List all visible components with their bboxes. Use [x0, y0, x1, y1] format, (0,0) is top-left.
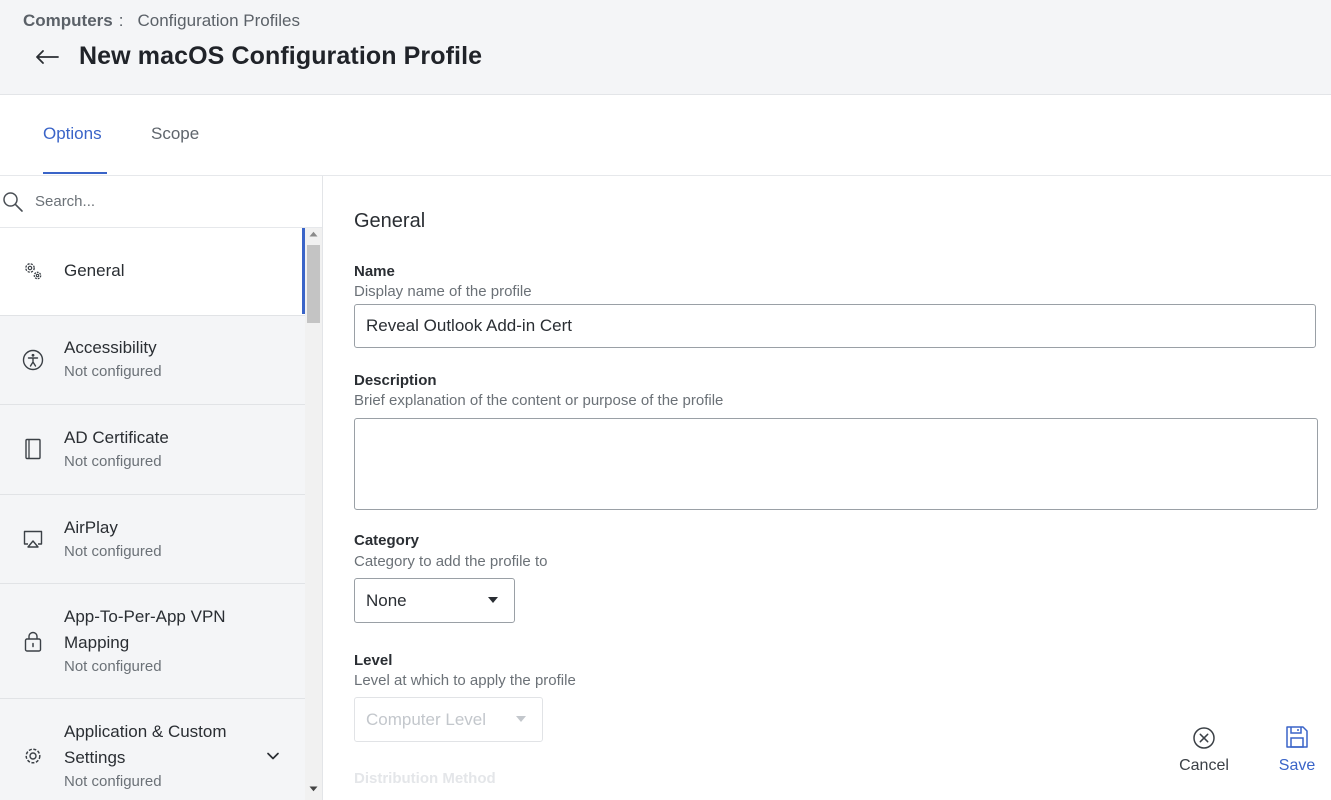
- level-selected-value: Computer Level: [366, 710, 487, 729]
- section-title: General: [354, 210, 426, 232]
- sidebar-item-label: AirPlay: [64, 518, 118, 537]
- back-button[interactable]: [33, 43, 61, 71]
- sidebar-item-status: Not configured: [64, 453, 162, 470]
- sidebar-item-label: App-To-Per-App VPN: [64, 607, 226, 626]
- airplay-icon: [22, 528, 44, 550]
- tab-options[interactable]: Options: [43, 124, 102, 144]
- cancel-button[interactable]: Cancel: [1176, 726, 1232, 775]
- tab-scope[interactable]: Scope: [151, 124, 199, 144]
- level-label: Level: [354, 652, 393, 669]
- accessibility-icon: [22, 349, 44, 371]
- active-tab-indicator: [43, 172, 107, 174]
- scroll-up-arrow-icon[interactable]: [309, 231, 318, 237]
- sidebar-scrollbar[interactable]: [305, 228, 322, 800]
- sidebar-item-ad-certificate[interactable]: AD Certificate Not configured: [0, 405, 305, 495]
- category-label: Category: [354, 532, 420, 549]
- tab-bar: Options Scope: [0, 95, 1331, 176]
- page-title: New macOS Configuration Profile: [79, 42, 483, 70]
- category-select[interactable]: None: [354, 578, 515, 623]
- name-label: Name: [354, 263, 395, 280]
- save-label: Save: [1278, 757, 1316, 774]
- level-help: Level at which to apply the profile: [354, 672, 576, 689]
- chevron-down-icon[interactable]: [266, 751, 280, 761]
- caret-down-icon: [516, 716, 526, 722]
- sidebar-item-label: General: [64, 261, 125, 280]
- save-floppy-icon: [1286, 726, 1308, 748]
- payload-sidebar: General Accessibility Not configured: [0, 176, 323, 800]
- search-input[interactable]: [33, 188, 297, 214]
- arrow-left-icon: [36, 50, 59, 64]
- cancel-circle-icon: [1193, 727, 1215, 749]
- description-field[interactable]: [354, 418, 1318, 510]
- category-selected-value: None: [366, 591, 407, 610]
- sidebar-item-label: Accessibility: [64, 338, 157, 357]
- lock-icon: [22, 630, 44, 652]
- breadcrumb-root[interactable]: Computers: [23, 11, 113, 30]
- save-button[interactable]: Save: [1276, 724, 1318, 775]
- sidebar-item-status: Not configured: [64, 543, 162, 560]
- sidebar-item-label: AD Certificate: [64, 428, 169, 447]
- sidebar-item-accessibility[interactable]: Accessibility Not configured: [0, 316, 305, 405]
- name-help: Display name of the profile: [354, 283, 532, 300]
- sidebar-item-app-to-per-app-vpn[interactable]: App-To-Per-App VPN Mapping Not configure…: [0, 584, 305, 699]
- certificate-icon: [22, 438, 44, 460]
- page-header: Computers: Configuration Profiles New mac…: [0, 0, 1331, 95]
- sidebar-item-status: Not configured: [64, 363, 162, 380]
- scroll-down-arrow-icon[interactable]: [309, 786, 318, 792]
- category-help: Category to add the profile to: [354, 553, 548, 570]
- sidebar-item-status: Not configured: [64, 658, 162, 675]
- gear-icon: [22, 745, 44, 767]
- breadcrumb-current[interactable]: Configuration Profiles: [137, 11, 300, 30]
- sidebar-item-general[interactable]: General: [0, 228, 305, 316]
- breadcrumb-separator: :: [118, 11, 124, 30]
- cancel-label: Cancel: [1179, 757, 1229, 774]
- sidebar-item-label: Application & Custom: [64, 722, 227, 741]
- sidebar-item-label-line2: Mapping: [64, 633, 130, 652]
- sidebar-item-application-custom-settings[interactable]: Application & Custom Settings Not config…: [0, 699, 305, 800]
- payload-content: General Name Display name of the profile…: [323, 176, 1331, 800]
- sidebar-item-airplay[interactable]: AirPlay Not configured: [0, 495, 305, 584]
- caret-down-icon: [488, 597, 498, 603]
- breadcrumb: Computers: Configuration Profiles: [23, 11, 300, 31]
- description-label: Description: [354, 372, 437, 389]
- search-icon: [3, 192, 23, 212]
- name-field[interactable]: [354, 304, 1316, 348]
- sidebar-search: [0, 176, 322, 228]
- sidebar-item-label-line2: Settings: [64, 748, 126, 767]
- level-select: Computer Level: [354, 697, 543, 742]
- gears-icon: [22, 260, 44, 282]
- payload-list: General Accessibility Not configured AD …: [0, 228, 305, 800]
- sidebar-item-status: Not configured: [64, 773, 162, 790]
- distribution-method-label: Distribution Method: [354, 770, 496, 787]
- description-help: Brief explanation of the content or purp…: [354, 392, 724, 409]
- scrollbar-thumb[interactable]: [307, 245, 320, 323]
